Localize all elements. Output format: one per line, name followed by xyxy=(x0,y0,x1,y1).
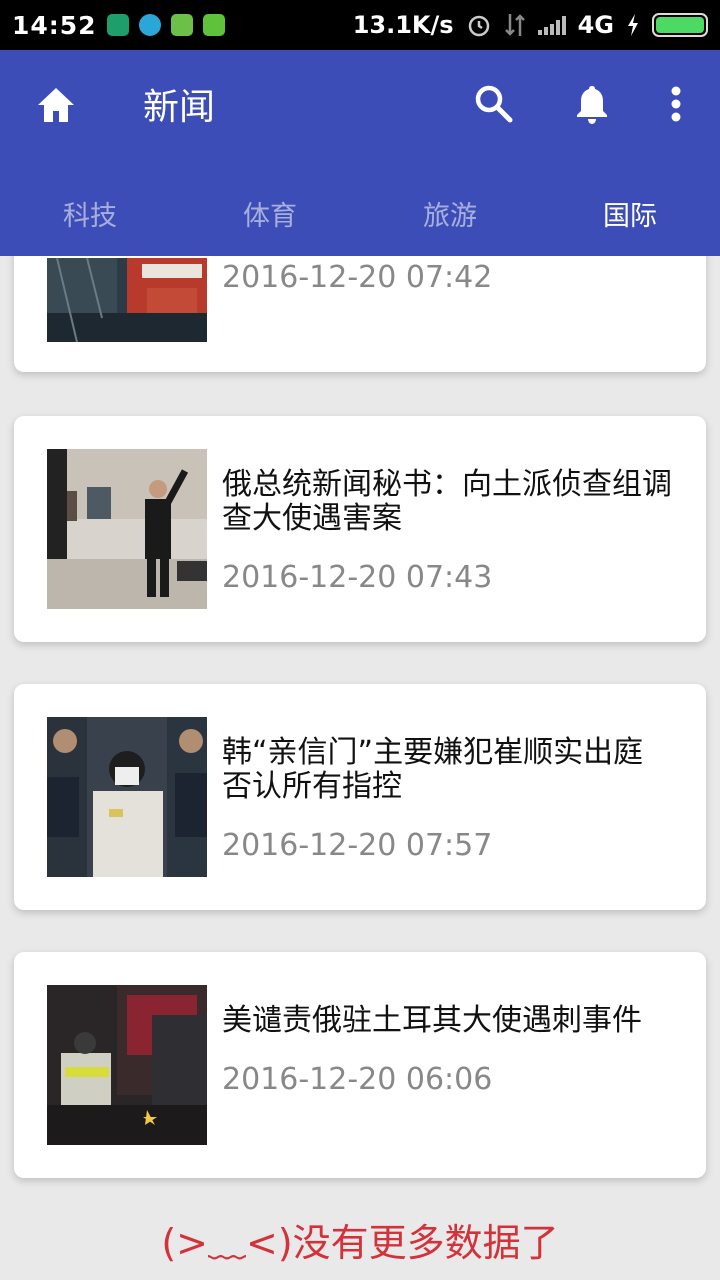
tab-travel[interactable]: 旅游 xyxy=(360,180,540,256)
shield-app-icon xyxy=(106,14,129,36)
data-transfer-icon xyxy=(504,14,525,36)
app-bar: 新闻 科技 体育 旅游 国际 xyxy=(0,50,720,256)
news-thumbnail xyxy=(47,985,207,1145)
category-tabs: 科技 体育 旅游 国际 xyxy=(0,180,720,256)
tab-tech[interactable]: 科技 xyxy=(0,180,180,256)
more-vert-icon xyxy=(671,86,681,122)
news-thumbnail xyxy=(47,258,207,342)
news-card[interactable]: 美谴责俄驻土耳其大使遇刺事件 2016-12-20 06:06 xyxy=(14,952,706,1178)
toolbar: 新闻 xyxy=(0,50,720,160)
news-date: 2016-12-20 07:42 xyxy=(222,260,493,295)
sim-app-icon xyxy=(170,14,193,36)
search-icon xyxy=(475,85,513,123)
page-title: 新闻 xyxy=(143,87,216,128)
home-icon xyxy=(38,88,74,122)
news-date: 2016-12-20 07:57 xyxy=(222,828,493,863)
more-options-button[interactable] xyxy=(660,82,692,126)
news-title: 美谴责俄驻土耳其大使遇刺事件 xyxy=(222,1003,642,1038)
net-speed: 13.1K/s xyxy=(352,11,454,39)
charging-icon xyxy=(628,14,638,36)
news-card[interactable]: 俄总统新闻秘书：向土派侦查组调查大使遇害案 2016-12-20 07:43 xyxy=(14,416,706,642)
clock-app-icon xyxy=(138,14,161,36)
android-app-icon xyxy=(202,14,225,36)
status-time: 14:52 xyxy=(12,10,97,40)
signal-icon xyxy=(537,15,566,35)
news-list[interactable]: 2016-12-20 07:42 俄总统新闻秘书：向土派侦查组调查大使遇害案 2… xyxy=(0,256,720,1280)
news-date: 2016-12-20 07:43 xyxy=(222,560,493,595)
alarm-icon xyxy=(468,15,489,37)
news-card[interactable]: 2016-12-20 07:42 xyxy=(14,256,706,372)
news-title: 俄总统新闻秘书：向土派侦查组调查大使遇害案 xyxy=(222,467,672,536)
tab-international[interactable]: 国际 xyxy=(540,180,720,256)
battery-icon xyxy=(652,13,708,37)
news-date: 2016-12-20 06:06 xyxy=(222,1062,493,1097)
notifications-button[interactable] xyxy=(570,82,614,126)
home-button[interactable] xyxy=(34,83,78,127)
network-type: 4G xyxy=(577,11,614,39)
news-thumbnail xyxy=(47,717,207,877)
news-title: 韩“亲信门”主要嫌犯崔顺实出庭 否认所有指控 xyxy=(222,735,644,804)
no-more-data-message: (>﹏<)没有更多数据了 xyxy=(161,1221,559,1265)
news-card[interactable]: 韩“亲信门”主要嫌犯崔顺实出庭 否认所有指控 2016-12-20 07:57 xyxy=(14,684,706,910)
search-button[interactable] xyxy=(472,82,516,126)
bell-icon xyxy=(577,86,607,124)
status-bar: 14:52 13.1K/s 4G xyxy=(0,0,720,50)
news-thumbnail xyxy=(47,449,207,609)
tab-sports[interactable]: 体育 xyxy=(180,180,360,256)
